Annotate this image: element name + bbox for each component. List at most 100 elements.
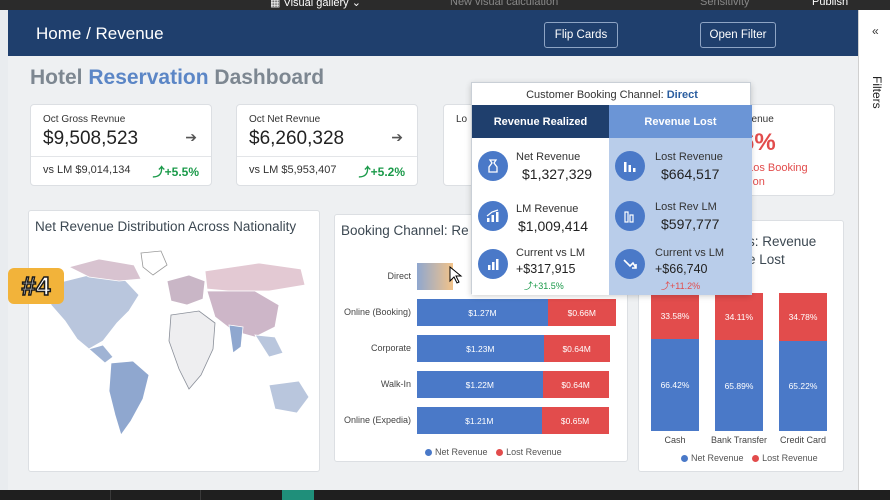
tooltip-delta: ⤴+11.2% bbox=[661, 281, 701, 291]
tooltip-delta-value: +11.2% bbox=[670, 281, 701, 291]
nationality-map-panel[interactable]: Net Revenue Distribution Across National… bbox=[28, 210, 320, 472]
legend-net-label: Net Revenue bbox=[435, 447, 488, 457]
bar-net-revenue[interactable]: $1.23M bbox=[417, 335, 544, 362]
column-net-revenue[interactable]: 65.22% bbox=[779, 340, 827, 431]
divider bbox=[31, 156, 211, 157]
kpi-compare: vs LM $9,014,134 bbox=[43, 164, 131, 176]
tooltip-title: Customer Booking Channel: Direct bbox=[472, 89, 752, 101]
step-badge: #4 bbox=[8, 268, 64, 304]
tooltip-value: $1,009,414 bbox=[518, 218, 589, 234]
trend-down-icon bbox=[615, 249, 645, 279]
taskbar-divider bbox=[200, 490, 201, 500]
kpi-delta-value: +5.5% bbox=[164, 165, 199, 179]
bar-lost-revenue[interactable]: $0.64M bbox=[543, 335, 610, 362]
visual-gallery-button[interactable]: ▦ Visual gallery ⌄ bbox=[270, 0, 361, 9]
kpi-card-net-revenue[interactable]: Oct Net Revnue $6,260,328 ➔ vs LM $5,953… bbox=[236, 104, 418, 186]
trend-up-icon: ⤴ bbox=[358, 165, 371, 179]
tooltip-label: Lost Revenue bbox=[655, 151, 723, 163]
kpi-delta: ⤴+5.2% bbox=[359, 163, 405, 180]
column-lost-revenue[interactable]: 34.78% bbox=[779, 293, 827, 341]
tooltip-label: Current vs LM bbox=[516, 247, 586, 259]
tooltip-delta: ⤴+31.5% bbox=[524, 281, 564, 291]
tooltip-title-channel: Direct bbox=[666, 89, 698, 101]
money-bag-icon bbox=[478, 151, 508, 181]
category-label: Corporate bbox=[370, 343, 411, 353]
building-chart-icon bbox=[615, 201, 645, 231]
report-header: Home / Revenue Flip Cards Open Filter bbox=[8, 10, 858, 56]
map-region-india bbox=[228, 324, 244, 354]
tooltip-delta-value: +31.5% bbox=[533, 281, 564, 291]
flip-cards-button[interactable]: Flip Cards bbox=[544, 22, 618, 48]
tooltip-label: Net Revenue bbox=[516, 151, 581, 163]
map-region-central-america bbox=[88, 344, 114, 364]
arrow-right-icon[interactable]: ➔ bbox=[185, 129, 197, 146]
mouse-cursor-icon bbox=[449, 266, 463, 284]
tooltip-value: +$317,915 bbox=[516, 262, 576, 276]
legend-swatch-net bbox=[681, 455, 688, 462]
map-region-africa bbox=[168, 310, 216, 390]
open-filter-button[interactable]: Open Filter bbox=[700, 22, 776, 48]
map-region-australia bbox=[268, 380, 310, 414]
kpi-label: Oct Gross Revnue bbox=[43, 114, 126, 125]
sensitivity-button[interactable]: Sensitivity bbox=[700, 0, 750, 8]
breadcrumb[interactable]: Home / Revenue bbox=[36, 24, 164, 44]
publish-button[interactable]: Publish bbox=[812, 0, 848, 8]
taskbar bbox=[0, 490, 890, 500]
tooltip-label: Lost Rev LM bbox=[655, 201, 717, 213]
legend-lost-label: Lost Revenue bbox=[506, 447, 562, 457]
tooltip-col-lost: Revenue Lost Lost Revenue $664,517 Lost … bbox=[609, 105, 752, 295]
taskbar-active-app[interactable] bbox=[282, 490, 314, 500]
chart-legend: Net Revenue Lost Revenue bbox=[419, 447, 562, 457]
collapse-icon[interactable]: « bbox=[872, 24, 879, 38]
tooltip-header-lost: Revenue Lost bbox=[609, 105, 752, 138]
bar-net-revenue[interactable]: $1.22M bbox=[417, 371, 543, 398]
map-region-south-america bbox=[108, 360, 150, 436]
kpi-label: Oct Net Revnue bbox=[249, 114, 321, 125]
tooltip-value: +$66,740 bbox=[655, 262, 708, 276]
tooltip-label: LM Revenue bbox=[516, 203, 579, 215]
legend-net-label: Net Revenue bbox=[691, 453, 744, 463]
legend-swatch-net bbox=[425, 449, 432, 456]
kpi-delta: ⤴+5.5% bbox=[153, 163, 199, 180]
bar-lost-revenue[interactable]: $0.65M bbox=[541, 407, 609, 434]
column-lost-revenue[interactable]: 33.58% bbox=[651, 293, 699, 340]
bar-net-revenue[interactable]: $1.21M bbox=[417, 407, 542, 434]
category-label: Bank Transfer bbox=[710, 435, 768, 445]
chart-legend: Net Revenue Lost Revenue bbox=[675, 453, 818, 463]
title-part-1: Hotel bbox=[30, 66, 89, 89]
kpi-compare: vs LM $5,953,407 bbox=[249, 164, 337, 176]
filters-pane[interactable]: « Filters bbox=[858, 10, 890, 490]
column-lost-revenue[interactable]: 34.11% bbox=[715, 293, 763, 341]
title-part-2: Reservation bbox=[88, 66, 209, 89]
kpi-card-gross-revenue[interactable]: Oct Gross Revnue $9,508,523 ➔ vs LM $9,0… bbox=[30, 104, 212, 186]
new-calc-button[interactable]: New visual calculation bbox=[450, 0, 558, 8]
category-label: Direct bbox=[387, 271, 411, 281]
world-map[interactable] bbox=[29, 245, 319, 469]
bar-chart-up-icon bbox=[478, 201, 508, 231]
tooltip-title-prefix: Customer Booking Channel: bbox=[526, 89, 667, 101]
booking-channel-tooltip: Customer Booking Channel: Direct Revenue… bbox=[471, 82, 752, 295]
ribbon: ▦ Visual gallery ⌄ New visual calculatio… bbox=[0, 0, 890, 10]
title-part-3: Dashboard bbox=[208, 66, 325, 89]
arrow-right-icon[interactable]: ➔ bbox=[391, 129, 403, 146]
column-net-revenue[interactable]: 65.89% bbox=[715, 340, 763, 431]
column-net-revenue[interactable]: 66.42% bbox=[651, 339, 699, 431]
filters-label[interactable]: Filters bbox=[870, 76, 884, 109]
dashboard-title: Hotel Reservation Dashboard bbox=[30, 66, 324, 90]
map-region-russia bbox=[204, 262, 306, 292]
bar-lost-revenue[interactable]: $0.64M bbox=[542, 371, 609, 398]
panel-title: Net Revenue Distribution Across National… bbox=[35, 219, 297, 234]
kpi-delta-value: +5.2% bbox=[370, 165, 405, 179]
growth-chart-icon bbox=[478, 249, 508, 279]
legend-lost-label: Lost Revenue bbox=[762, 453, 818, 463]
bar-highlight-direct[interactable] bbox=[417, 263, 453, 290]
kpi-label: Lo bbox=[456, 114, 468, 125]
divider bbox=[237, 156, 417, 157]
bar-net-revenue[interactable]: $1.27M bbox=[417, 299, 548, 326]
map-region-europe bbox=[166, 274, 206, 306]
bar-lost-revenue[interactable]: $0.66M bbox=[547, 299, 616, 326]
panel-title: Booking Channel: Re bbox=[341, 223, 469, 238]
bar-chart-down-icon bbox=[615, 151, 645, 181]
legend-swatch-lost bbox=[496, 449, 504, 456]
taskbar-divider bbox=[110, 490, 111, 500]
